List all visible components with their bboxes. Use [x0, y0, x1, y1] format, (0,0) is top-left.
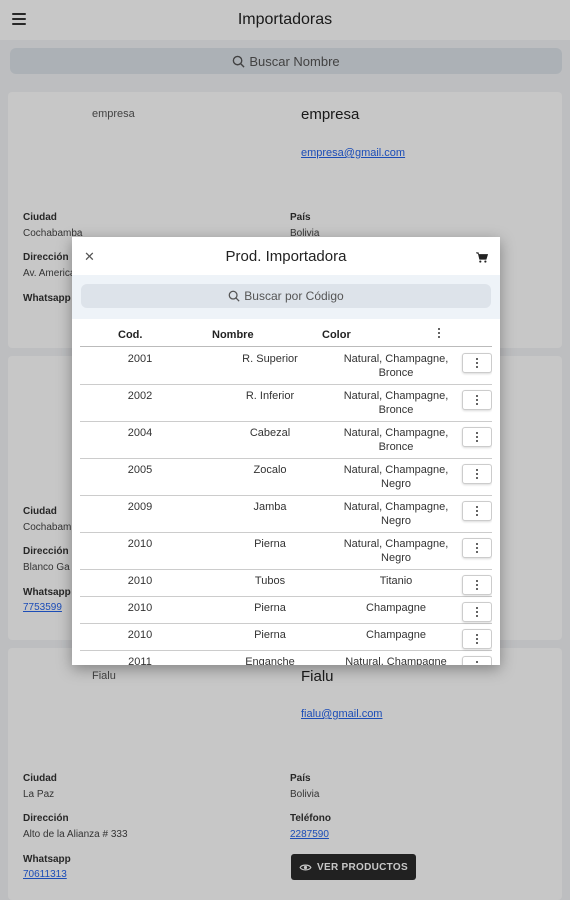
cell-nombre: Tubos: [254, 575, 286, 587]
row-actions-button[interactable]: [462, 501, 492, 521]
more-vert-icon: [476, 543, 478, 553]
column-menu-icon[interactable]: [438, 328, 440, 338]
cell-cod: 2009: [127, 501, 153, 513]
modal-header: ✕ Prod. Importadora: [72, 237, 500, 275]
cell-nombre: R. Inferior: [245, 390, 295, 402]
cell-color: Natural, Champagne, Bronce: [343, 427, 449, 453]
table-row: 2010 Pierna Champagne: [80, 624, 492, 651]
cell-color: Natural, Champagne, Negro: [343, 501, 449, 527]
row-actions-button[interactable]: [462, 353, 492, 373]
cell-cod: 2010: [127, 629, 153, 641]
modal-search-area: Buscar por Código: [72, 275, 500, 319]
cell-cod: 2010: [127, 575, 153, 587]
cell-nombre: Pierna: [254, 602, 286, 614]
cell-color: Natural, Champagne: [345, 656, 447, 665]
cell-color: Champagne: [366, 629, 426, 641]
table-row: 2010 Pierna Natural, Champagne, Negro: [80, 533, 492, 570]
cell-nombre: Enganche: [245, 656, 295, 665]
table-row: 2010 Pierna Champagne: [80, 597, 492, 624]
code-search-placeholder: Buscar por Código: [244, 289, 344, 303]
row-actions-button[interactable]: [462, 602, 492, 622]
cell-cod: 2011: [128, 656, 152, 665]
row-actions-button[interactable]: [462, 656, 492, 665]
row-actions-button[interactable]: [462, 629, 492, 649]
cell-color: Natural, Champagne, Bronce: [343, 390, 449, 416]
products-table-body: 2001 R. Superior Natural, Champagne, Bronc…: [80, 348, 492, 665]
cell-color: Champagne: [366, 602, 426, 614]
more-vert-icon: [476, 661, 478, 665]
close-icon[interactable]: ✕: [84, 249, 95, 265]
cell-cod: 2010: [127, 538, 153, 550]
cell-cod: 2002: [127, 390, 153, 402]
column-header-color[interactable]: Color: [322, 329, 351, 341]
cell-color: Titanio: [379, 575, 413, 587]
row-actions-button[interactable]: [462, 538, 492, 558]
cell-cod: 2005: [127, 464, 153, 476]
more-vert-icon: [476, 432, 478, 442]
cell-nombre: Zocalo: [253, 464, 287, 476]
table-header: Cod. Nombre Color: [80, 325, 492, 347]
more-vert-icon: [476, 469, 478, 479]
code-search-input[interactable]: Buscar por Código: [81, 284, 491, 308]
table-row: 2002 R. Inferior Natural, Champagne, Bronc…: [80, 385, 492, 422]
cell-color: Natural, Champagne, Negro: [343, 538, 449, 564]
cell-cod: 2001: [127, 353, 153, 365]
cell-color: Natural, Champagne, Negro: [343, 464, 449, 490]
row-actions-button[interactable]: [462, 464, 492, 484]
cell-nombre: Cabezal: [249, 427, 291, 439]
row-actions-button[interactable]: [462, 575, 492, 595]
table-row: 2011 Enganche Natural, Champagne: [80, 651, 492, 665]
table-row: 2009 Jamba Natural, Champagne, Negro: [80, 496, 492, 533]
table-row: 2010 Tubos Titanio: [80, 570, 492, 597]
cell-nombre: Pierna: [254, 629, 286, 641]
more-vert-icon: [476, 506, 478, 516]
more-vert-icon: [476, 395, 478, 405]
row-actions-button[interactable]: [462, 390, 492, 410]
table-row: 2001 R. Superior Natural, Champagne, Bronc…: [80, 348, 492, 385]
table-row: 2005 Zocalo Natural, Champagne, Negro: [80, 459, 492, 496]
cell-cod: 2010: [127, 602, 153, 614]
row-actions-button[interactable]: [462, 427, 492, 447]
column-header-cod[interactable]: Cod.: [118, 329, 142, 341]
cell-cod: 2004: [127, 427, 153, 439]
products-modal: ✕ Prod. Importadora Buscar por Código Co…: [72, 237, 500, 665]
table-row: 2004 Cabezal Natural, Champagne, Bronce: [80, 422, 492, 459]
search-icon: [228, 290, 240, 302]
cell-color: Natural, Champagne, Bronce: [343, 353, 449, 379]
modal-title: Prod. Importadora: [225, 247, 347, 265]
more-vert-icon: [476, 634, 478, 644]
cell-nombre: Pierna: [254, 538, 286, 550]
more-vert-icon: [476, 580, 478, 590]
more-vert-icon: [476, 358, 478, 368]
more-vert-icon: [476, 607, 478, 617]
cell-nombre: Jamba: [253, 501, 287, 513]
cell-nombre: R. Superior: [242, 353, 298, 365]
column-header-nombre[interactable]: Nombre: [212, 329, 254, 341]
cart-icon[interactable]: [476, 250, 489, 268]
